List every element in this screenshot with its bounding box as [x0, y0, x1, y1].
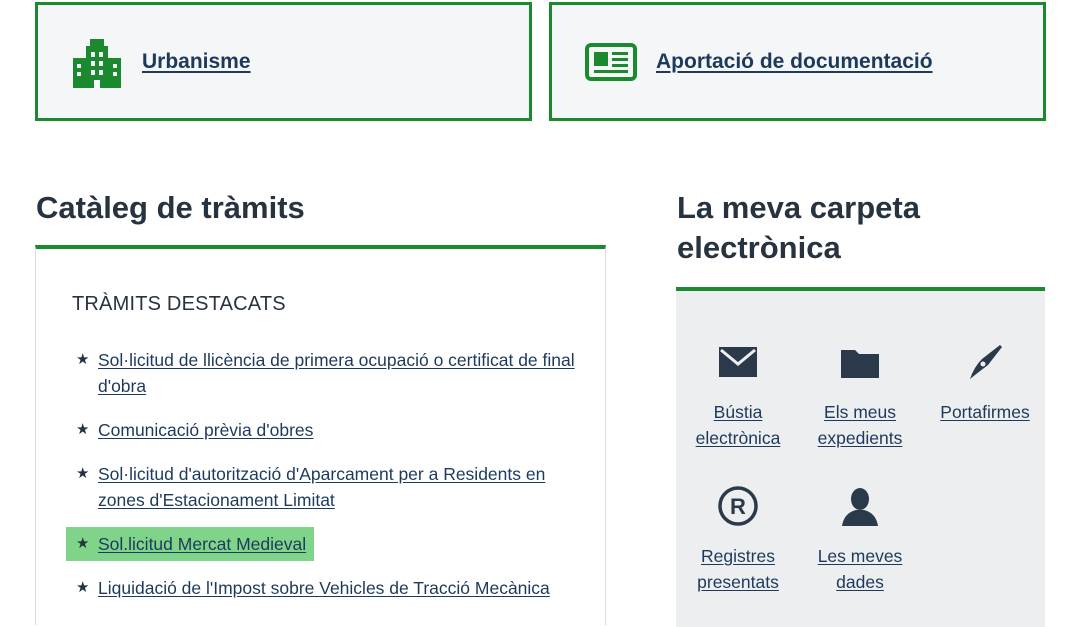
- newspaper-icon: [584, 35, 638, 89]
- list-item: ★ Comunicació prèvia d'obres: [76, 417, 576, 443]
- star-icon: ★: [76, 351, 90, 368]
- catalog-title: Catàleg de tràmits: [36, 190, 305, 225]
- envelope-icon: [678, 337, 798, 387]
- list-item: ★ Sol·licitud d'autorització d'Aparcamen…: [76, 461, 576, 513]
- pen-nib-icon: [925, 337, 1045, 387]
- svg-text:R: R: [730, 494, 746, 519]
- tile-label[interactable]: Els meus expedients: [800, 399, 920, 451]
- building-icon: [70, 35, 124, 89]
- folder-icon: [800, 337, 920, 387]
- tile-label[interactable]: Portafirmes: [925, 399, 1045, 425]
- aportacio-card[interactable]: Aportació de documentació: [549, 2, 1046, 121]
- tile-label[interactable]: Registres presentats: [678, 543, 798, 595]
- list-item: ★ Liquidació de l'Impost sobre Vehicles …: [76, 575, 576, 601]
- urbanisme-card[interactable]: Urbanisme: [35, 2, 532, 121]
- star-icon: ★: [76, 421, 90, 438]
- tile-label[interactable]: Les meves dades: [800, 543, 920, 595]
- star-icon: ★: [76, 579, 90, 596]
- tile-portafirmes[interactable]: Portafirmes: [925, 337, 1045, 425]
- tramit-link[interactable]: Comunicació prèvia d'obres: [98, 420, 313, 440]
- user-icon: [800, 481, 920, 531]
- tramit-link[interactable]: Sol·licitud d'autorització d'Aparcament …: [98, 464, 545, 510]
- tile-expedients[interactable]: Els meus expedients: [800, 337, 920, 451]
- aportacio-link[interactable]: Aportació de documentació: [656, 50, 933, 74]
- tramit-link[interactable]: Liquidació de l'Impost sobre Vehicles de…: [98, 578, 550, 598]
- catalog-subtitle: TRÀMITS DESTACATS: [72, 293, 286, 315]
- tile-dades[interactable]: Les meves dades: [800, 481, 920, 595]
- featured-list: ★ Sol·licitud de llicència de primera oc…: [66, 347, 576, 619]
- carpeta-panel: Bústia electrònica Els meus expedients P…: [676, 287, 1045, 627]
- tramit-link[interactable]: Sol.licitud Mercat Medieval: [98, 534, 306, 554]
- tramit-link[interactable]: Sol·licitud de llicència de primera ocup…: [98, 350, 575, 396]
- star-icon: ★: [76, 535, 90, 552]
- tile-registres[interactable]: R Registres presentats: [678, 481, 798, 595]
- list-item: ★ Sol·licitud de llicència de primera oc…: [76, 347, 576, 399]
- catalog-panel: TRÀMITS DESTACATS ★ Sol·licitud de llicè…: [35, 245, 606, 625]
- star-icon: ★: [76, 465, 90, 482]
- tile-label[interactable]: Bústia electrònica: [678, 399, 798, 451]
- carpeta-title: La meva carpeta electrònica: [677, 190, 920, 265]
- registered-icon: R: [678, 481, 798, 531]
- tile-bustia[interactable]: Bústia electrònica: [678, 337, 798, 451]
- list-item-highlighted: ★ Sol.licitud Mercat Medieval: [66, 527, 315, 561]
- urbanisme-link[interactable]: Urbanisme: [142, 50, 251, 74]
